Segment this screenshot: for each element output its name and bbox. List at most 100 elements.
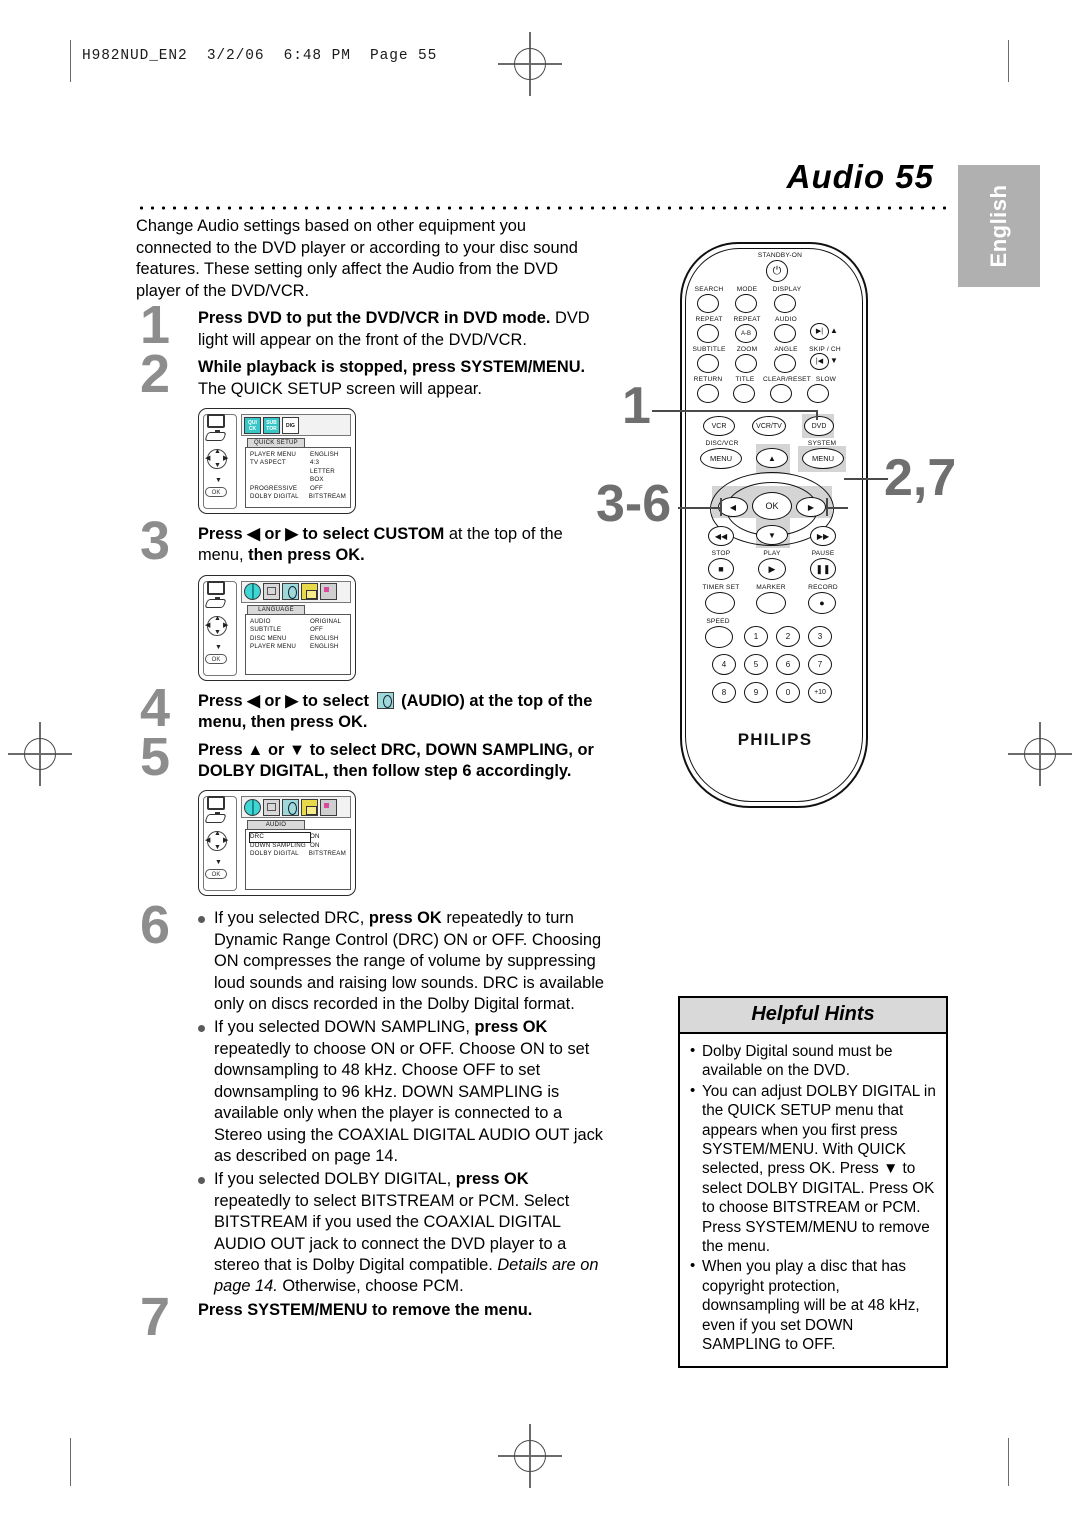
step-2-number: 2 — [140, 344, 171, 405]
subtitle-button[interactable] — [697, 354, 719, 373]
title-label: TITLE — [735, 376, 755, 383]
slow-button[interactable] — [807, 384, 829, 403]
title-button[interactable] — [733, 384, 755, 403]
bullet-1-pre: If you selected DRC, — [214, 909, 369, 928]
disc-vcr-menu-button[interactable]: MENU — [700, 448, 742, 469]
display-button[interactable] — [774, 294, 796, 313]
step-2-rest: The QUICK SETUP screen will appear. — [198, 379, 482, 398]
key-4[interactable]: 4 — [712, 654, 736, 675]
rewind-button[interactable]: ◀◀ — [708, 526, 734, 546]
bullet-2-pre: If you selected DOWN SAMPLING, — [214, 1018, 475, 1037]
globe-icon — [244, 583, 261, 601]
screen-icon — [263, 583, 280, 601]
osd-navpad-icon: ▲ ▼ ◀ ▶ — [205, 614, 229, 636]
audio-button[interactable] — [774, 324, 796, 343]
step-3-bold-b: then press OK. — [248, 546, 365, 565]
list-item: If you selected DOLBY DIGITAL, press OK … — [198, 1169, 606, 1297]
key-3[interactable]: 3 — [808, 626, 832, 647]
crop-mark-top-right — [1008, 40, 1009, 82]
search-button[interactable] — [697, 294, 719, 313]
tv-icon — [207, 796, 225, 816]
skip-forward-button[interactable]: ▶| — [810, 323, 829, 340]
record-button[interactable]: ● — [808, 592, 836, 614]
subtitle-label: SUBTITLE — [692, 346, 726, 353]
speed-button[interactable] — [705, 626, 733, 648]
dvd-button[interactable]: DVD — [804, 416, 834, 436]
pause-button[interactable]: ❚❚ — [810, 558, 836, 580]
navigate-up-button[interactable]: ▲ — [756, 448, 788, 468]
marker-button[interactable] — [756, 592, 786, 614]
osd-row: AUDIO ORIGINAL — [250, 618, 346, 626]
step-1-body: Press DVD to put the DVD/VCR in DVD mode… — [198, 308, 606, 351]
quick-setup-icon: QUI CK — [244, 416, 261, 434]
vcr-button[interactable]: VCR — [703, 416, 735, 436]
key-9[interactable]: 9 — [744, 682, 768, 703]
key-8[interactable]: 8 — [712, 682, 736, 703]
stop-label: STOP — [711, 550, 731, 557]
osd-row-key: PLAYER MENU — [250, 643, 297, 651]
osd-row-key: TV ASPECT — [250, 459, 286, 467]
repeat-ab-button[interactable]: A-B — [735, 324, 757, 343]
key-1[interactable]: 1 — [744, 626, 768, 647]
digital-icon: DIG — [282, 416, 299, 434]
timer-set-button[interactable] — [705, 592, 735, 614]
skip-back-button[interactable]: |◀ — [810, 353, 829, 370]
repeat-button[interactable] — [697, 324, 719, 343]
osd-row-key: SUBTITLE — [250, 626, 282, 634]
osd-icon-row: QUI CK SUB TOR DIG — [241, 414, 351, 436]
step-5-number: 5 — [140, 726, 171, 787]
osd-row: PLAYER MENU ENGLISH — [250, 451, 346, 459]
step-7: 7 Press SYSTEM/MENU to remove the menu. — [136, 1290, 606, 1344]
key-0[interactable]: 0 — [776, 682, 800, 703]
angle-label: ANGLE — [774, 346, 798, 353]
title-rule — [136, 206, 948, 210]
osd-row: DOLBY DIGITAL BITSTREAM — [250, 850, 346, 858]
navigate-left-button[interactable]: ◀ — [718, 497, 748, 517]
navigate-down-button[interactable]: ▼ — [756, 525, 788, 545]
ok-button[interactable]: OK — [752, 492, 792, 520]
page-title: Audio 55 — [786, 158, 934, 195]
registration-mark-left — [8, 722, 72, 786]
stop-button[interactable]: ■ — [708, 558, 734, 580]
osd-row-value: ON — [310, 833, 320, 841]
osd-row-value: ON — [310, 841, 320, 849]
list-item: You can adjust DOLBY DIGITAL in the QUIC… — [688, 1081, 936, 1257]
osd-row-key: PROGRESSIVE — [250, 484, 298, 492]
fast-forward-button[interactable]: ▶▶ — [810, 526, 836, 546]
skip-ch-label: SKIP / CH — [809, 346, 841, 353]
mode-button[interactable] — [735, 294, 757, 313]
step-6: 6 If you selected DRC, press OK repeated… — [136, 898, 606, 1297]
navigate-right-button[interactable]: ▶ — [796, 497, 826, 517]
osd-row-key: AUDIO — [250, 617, 271, 625]
list-item: If you selected DRC, press OK repeatedly… — [198, 908, 606, 1015]
repeat-label: REPEAT — [695, 316, 723, 323]
standby-label: STANDBY-ON — [757, 252, 803, 259]
angle-button[interactable] — [774, 354, 796, 373]
key-6[interactable]: 6 — [776, 654, 800, 675]
registration-mark-top — [498, 32, 562, 96]
key-5[interactable]: 5 — [744, 654, 768, 675]
audio-icon — [282, 583, 299, 601]
play-button[interactable]: ▶ — [758, 558, 786, 580]
key-7[interactable]: 7 — [808, 654, 832, 675]
step-1: 1 Press DVD to put the DVD/VCR in DVD mo… — [136, 298, 606, 352]
step-1-bold: Press DVD to put the DVD/VCR in DVD mode… — [198, 309, 551, 328]
mode-label: MODE — [736, 286, 758, 293]
record-label: RECORD — [808, 584, 838, 591]
system-menu-button[interactable]: MENU — [802, 448, 844, 469]
zoom-button[interactable] — [735, 354, 757, 373]
file-header: H982NUD_EN2 3/2/06 6:48 PM Page 55 — [82, 48, 438, 64]
clear-reset-button[interactable] — [770, 384, 792, 403]
return-button[interactable] — [697, 384, 719, 403]
screen-icon — [263, 798, 280, 816]
key-2[interactable]: 2 — [776, 626, 800, 647]
osd-row: PLAYER MENU ENGLISH — [250, 643, 346, 651]
key-plus-10[interactable]: +10 — [808, 682, 832, 703]
osd-tab-name: AUDIO — [247, 820, 305, 830]
osd-row-key: DRC — [249, 832, 311, 843]
callout-3-6-leader — [678, 507, 722, 509]
audio-label: AUDIO — [775, 316, 797, 323]
vcr-tv-button[interactable]: VCR/TV — [752, 416, 786, 436]
standby-power-button[interactable]: ⏻ — [766, 260, 788, 282]
lock-icon — [301, 798, 318, 816]
